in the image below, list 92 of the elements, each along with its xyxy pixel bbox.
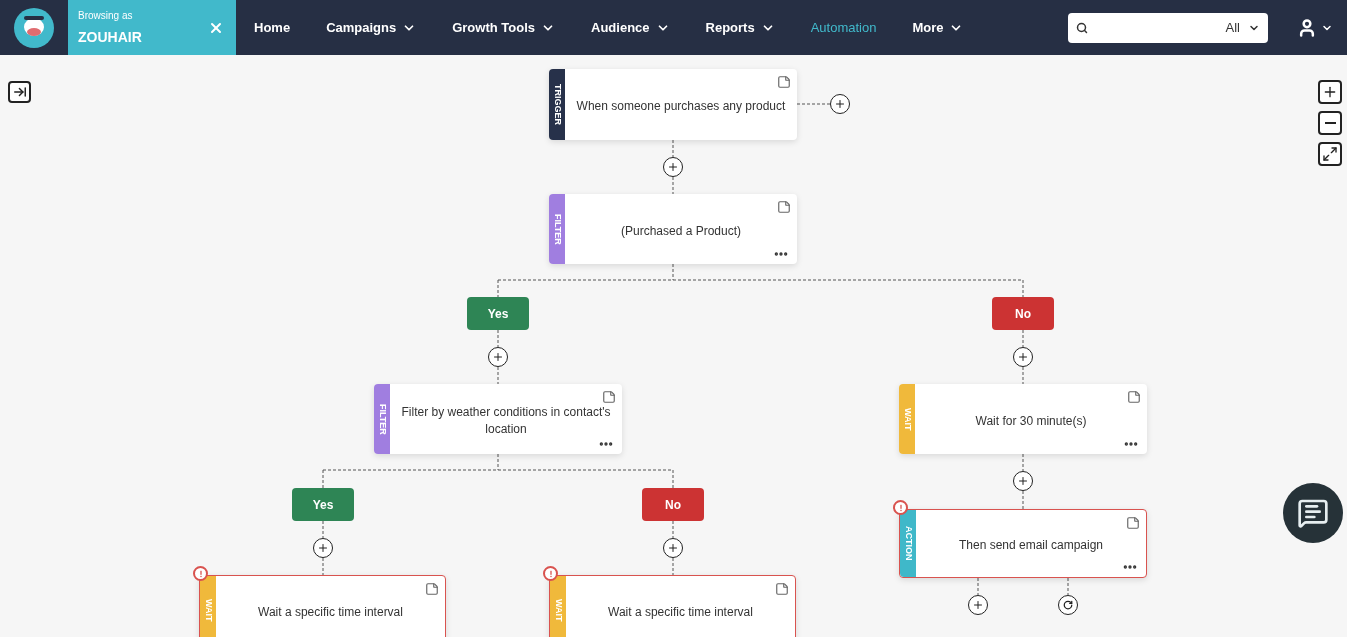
flow-node-card[interactable]: WAIT Wait a specific time interval [199,575,446,637]
connector-line [497,366,499,385]
flow-node-card[interactable]: FILTER Filter by weather conditions in contact's location [374,384,622,454]
note-icon[interactable] [425,582,439,596]
connector-line [977,577,979,596]
branch-label[interactable]: No [992,297,1054,330]
plus-icon [667,161,679,173]
node-text: (Purchased a Product) [620,222,742,240]
add-step-button[interactable] [968,595,988,615]
plus-icon [667,542,679,554]
plus-icon [972,599,984,611]
node-text: Wait a specific time interval [258,603,403,621]
account-name: ZOUHAIR [78,27,143,47]
add-step-button[interactable] [663,538,683,558]
connector-line [497,329,499,348]
connector-line [1067,577,1069,596]
node-type-tag: WAIT [200,576,216,637]
node-type-tag: FILTER [549,194,565,264]
user-icon[interactable] [1297,17,1317,38]
plus-icon [1322,84,1338,100]
note-icon[interactable] [602,390,616,404]
connector-line [1022,329,1024,348]
nav-menu-item[interactable]: Reports [705,17,775,38]
node-type-tag: FILTER [374,384,390,454]
chat-button[interactable] [1283,483,1343,543]
branch-label[interactable]: Yes [467,297,529,330]
chat-icon [1297,497,1329,529]
plus-icon [317,542,329,554]
connector-line [1022,453,1024,472]
branch-label[interactable]: No [642,488,704,521]
node-type-tag: ACTION [900,510,916,577]
connector-line [322,520,324,539]
plus-icon [492,351,504,363]
flow-node-card[interactable]: TRIGGER When someone purchases any product [549,69,797,140]
note-icon[interactable] [775,582,789,596]
connector-line [672,557,674,576]
plus-icon [834,98,846,110]
connector-line [672,176,674,195]
branch-label[interactable]: Yes [292,488,354,521]
node-type-tag: WAIT [899,384,915,454]
connector-line [322,557,324,576]
arrow-to-line-icon [12,85,27,99]
nav-menu-item[interactable]: Automation [810,17,877,38]
cow-logo-icon[interactable] [14,7,54,48]
plus-icon [1017,351,1029,363]
nav-menu-item[interactable]: Audience [591,17,670,38]
nav-menu-item[interactable]: Growth Tools [452,17,555,38]
flow-node-card[interactable]: ACTION Then send email campaign [899,509,1147,578]
node-type-tag: WAIT [550,576,566,637]
search-field[interactable]: All [1068,12,1268,43]
note-icon[interactable] [1127,390,1141,404]
browsing-label: Browsing as [78,8,134,23]
zoom-out-button[interactable] [1318,111,1342,135]
connector-line [672,139,674,158]
node-text: Wait a specific time interval [608,603,753,621]
node-text: Then send email campaign [958,537,1104,554]
fit-screen-button[interactable] [1318,142,1342,166]
nav-menu-item[interactable]: Campaigns [326,17,417,38]
connector-line [1022,366,1024,385]
search-scope[interactable]: All [1225,17,1240,38]
add-step-button[interactable] [1013,347,1033,367]
minus-icon [1324,122,1336,124]
error-icon [543,566,558,581]
collapse-panel-button[interactable] [8,81,31,103]
add-step-button[interactable] [488,347,508,367]
node-text: Filter by weather conditions in contact's location [400,404,612,438]
add-step-button[interactable] [830,94,850,114]
loop-button[interactable] [1058,595,1078,615]
connector-line [672,520,674,539]
note-icon[interactable] [777,75,791,89]
nav-menu-item[interactable]: Home [254,17,291,38]
node-type-tag: TRIGGER [549,69,565,140]
error-icon [193,566,208,581]
plus-icon [1017,475,1029,487]
note-icon[interactable] [777,200,791,214]
nav-menu-item[interactable]: More [912,17,964,38]
flow-node-card[interactable]: WAIT Wait for 30 minute(s) [899,384,1147,454]
add-step-button[interactable] [313,538,333,558]
node-text: When someone purchases any product [576,98,786,115]
zoom-in-button[interactable] [1318,80,1342,104]
search-icon [1076,21,1088,34]
add-step-button[interactable] [1013,471,1033,491]
refresh-icon [1063,600,1073,610]
flow-node-card[interactable]: FILTER (Purchased a Product) [549,194,797,264]
expand-icon [1322,146,1338,162]
flow-node-card[interactable]: WAIT Wait a specific time interval [549,575,796,637]
node-text: Wait for 30 minute(s) [975,412,1087,430]
connector-line [1022,490,1024,510]
error-icon [893,500,908,515]
add-step-button[interactable] [663,157,683,177]
note-icon[interactable] [1126,516,1140,530]
connector-line [796,103,831,105]
